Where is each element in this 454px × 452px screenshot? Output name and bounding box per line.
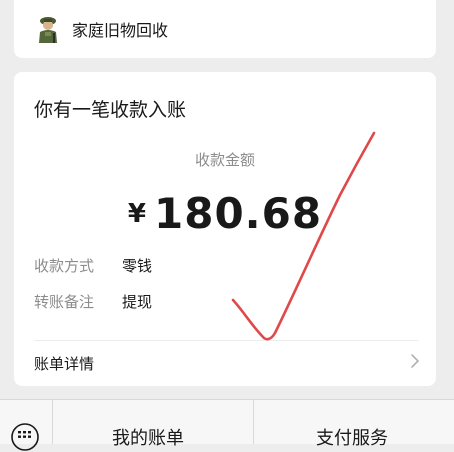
detail-key: 转账备注 (34, 293, 95, 311)
amount-value: 180.68 (154, 189, 323, 238)
currency-symbol: ¥ (127, 199, 146, 229)
detail-value: 零钱 (122, 257, 153, 275)
keyboard-icon (11, 423, 39, 451)
chevron-right-icon[interactable] (410, 353, 420, 369)
detail-row-payment-method: 收款方式 零钱 (34, 255, 152, 276)
bottom-menu-bar: 我的账单 支付服务 (0, 399, 454, 451)
detail-value: 提现 (122, 293, 153, 311)
amount-label: 收款金额 (194, 151, 255, 169)
menu-payment-services[interactable]: 支付服务 (316, 424, 388, 450)
detail-row-transfer-note: 转账备注 提现 (34, 291, 152, 312)
sender-header[interactable]: 家庭旧物回收 (14, 0, 436, 58)
amount-display: ¥180.68 (14, 189, 436, 238)
sender-name[interactable]: 家庭旧物回收 (72, 17, 168, 41)
soldier-avatar-icon[interactable] (33, 13, 63, 43)
divider (34, 340, 418, 341)
keyboard-toggle-button[interactable] (0, 400, 53, 451)
notice-title: 你有一笔收款入账 (34, 99, 187, 121)
menu-my-bills[interactable]: 我的账单 (112, 424, 184, 450)
bill-detail-link[interactable]: 账单详情 (34, 353, 94, 374)
menu-divider (253, 400, 254, 444)
detail-key: 收款方式 (34, 257, 95, 275)
payment-notice-card: 你有一笔收款入账 收款金额 ¥180.68 收款方式 零钱 转账备注 提现 账单详情 (14, 72, 436, 386)
